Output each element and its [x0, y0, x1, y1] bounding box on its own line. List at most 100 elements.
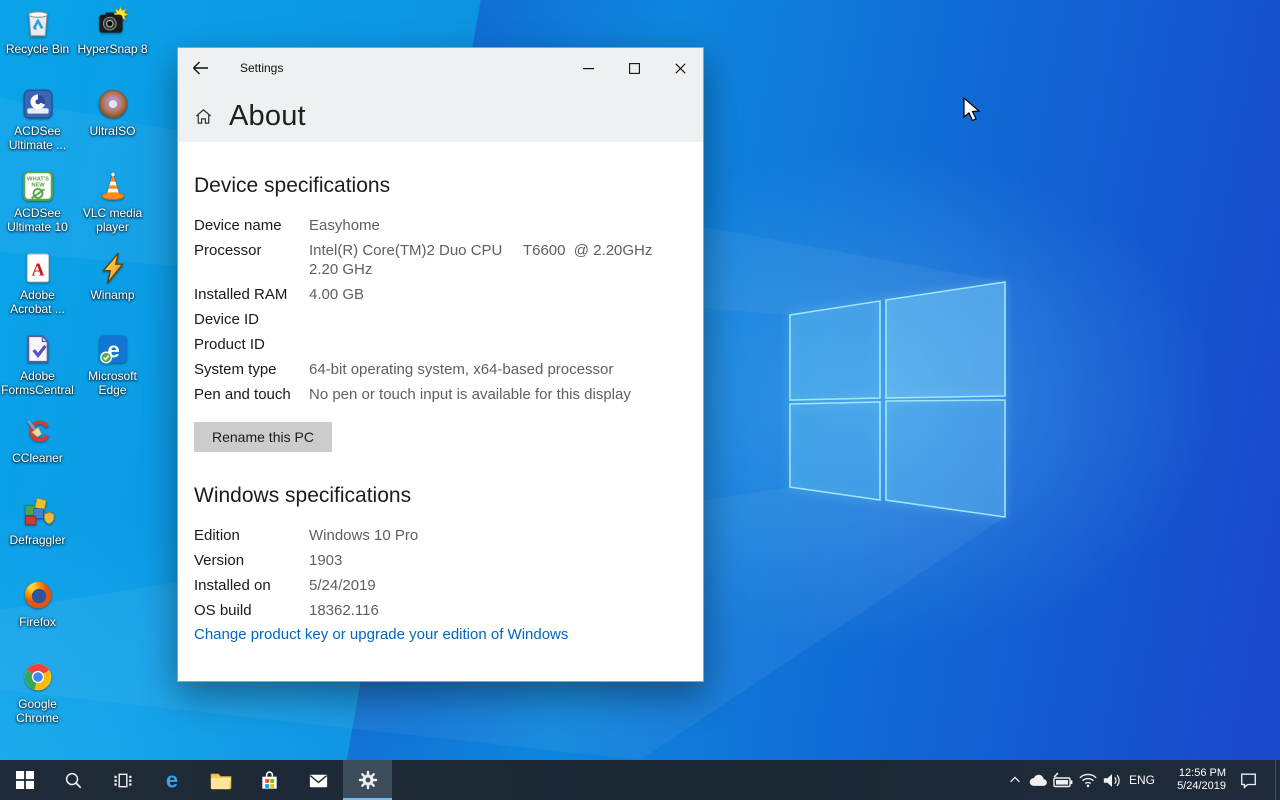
- acdsee-ultimate10-icon: WHAT'SNEW: [21, 169, 55, 203]
- desktop-icon-ultraiso[interactable]: UltraISO: [75, 87, 150, 138]
- desktop-icon-label: Defraggler: [9, 533, 65, 547]
- microsoft-store-button[interactable]: [245, 760, 294, 800]
- desktop-icon-winamp[interactable]: Winamp: [75, 251, 150, 302]
- desktop-icon-microsoft-edge[interactable]: e Microsoft Edge: [75, 332, 150, 397]
- desktop-icon-label: VLC media player: [75, 206, 150, 234]
- caption-buttons: [565, 48, 703, 88]
- hypersnap-icon: [96, 5, 130, 39]
- show-desktop-button[interactable]: [1275, 760, 1280, 800]
- task-view-icon: [113, 771, 133, 790]
- mail-icon: [307, 769, 330, 792]
- volume-tray-button[interactable]: [1100, 760, 1124, 800]
- spec-label: Device ID: [194, 310, 309, 329]
- spec-label: Product ID: [194, 335, 309, 354]
- battery-tray-button[interactable]: [1050, 760, 1076, 800]
- desktop-icon-adobe-acrobat[interactable]: A Adobe Acrobat ...: [0, 251, 75, 316]
- maximize-button[interactable]: [611, 48, 657, 88]
- microsoft-edge-icon: e: [96, 332, 130, 366]
- spec-row: OS build18362.116: [194, 601, 687, 620]
- desktop-icon-google-chrome[interactable]: Google Chrome: [0, 660, 75, 725]
- spec-label: Pen and touch: [194, 385, 309, 404]
- action-center-button[interactable]: [1230, 760, 1266, 800]
- spec-label: Processor: [194, 241, 309, 279]
- desktop-icon-adobe-formscentral[interactable]: Adobe FormsCentral: [0, 332, 75, 397]
- titlebar[interactable]: Settings: [178, 48, 703, 88]
- spec-row: System type64-bit operating system, x64-…: [194, 360, 687, 379]
- spec-row: Installed RAM4.00 GB: [194, 285, 687, 304]
- desktop-icon-label: ACDSee Ultimate 10: [0, 206, 75, 234]
- system-tray: ENG 12:56 PM 5/24/2019: [1004, 760, 1280, 800]
- wifi-tray-button[interactable]: [1076, 760, 1100, 800]
- spec-value: 5/24/2019: [309, 576, 376, 595]
- spec-label: Installed on: [194, 576, 309, 595]
- back-arrow-icon: [192, 61, 209, 75]
- device-spec-rows: Device nameEasyhome ProcessorIntel(R) Co…: [194, 216, 687, 404]
- spec-label: Edition: [194, 526, 309, 545]
- desktop-icon-label: Microsoft Edge: [75, 369, 150, 397]
- minimize-button[interactable]: [565, 48, 611, 88]
- home-icon[interactable]: [194, 107, 213, 126]
- edge-taskbar-button[interactable]: e: [147, 760, 196, 800]
- spec-value: 64-bit operating system, x64-based proce…: [309, 360, 613, 379]
- desktop-icon-hypersnap[interactable]: HyperSnap 8: [75, 5, 150, 56]
- acdsee-ultimate-icon: [21, 87, 55, 121]
- spec-value: Windows 10 Pro: [309, 526, 418, 545]
- desktop-icon-ccleaner[interactable]: C CCleaner: [0, 414, 75, 465]
- spec-value: Easyhome: [309, 216, 380, 235]
- onedrive-cloud-icon: [1028, 773, 1048, 787]
- spec-row: Device ID: [194, 310, 687, 329]
- start-button[interactable]: [0, 760, 49, 800]
- spec-value: 18362.116: [309, 601, 379, 620]
- file-explorer-button[interactable]: [196, 760, 245, 800]
- language-indicator[interactable]: ENG: [1124, 773, 1160, 787]
- desktop-icon-label: Winamp: [90, 288, 134, 302]
- battery-charging-icon: [1051, 769, 1075, 791]
- minimize-icon: [583, 63, 594, 74]
- winamp-icon: [96, 251, 130, 285]
- desktop-icon-defraggler[interactable]: Defraggler: [0, 496, 75, 547]
- desktop-icon-acdsee-ultimate-10[interactable]: WHAT'SNEW ACDSee Ultimate 10: [0, 169, 75, 234]
- spec-row: Device nameEasyhome: [194, 216, 687, 235]
- desktop-icon-firefox[interactable]: Firefox: [0, 578, 75, 629]
- search-button[interactable]: [49, 760, 98, 800]
- mail-button[interactable]: [294, 760, 343, 800]
- close-button[interactable]: [657, 48, 703, 88]
- spec-row: Pen and touchNo pen or touch input is av…: [194, 385, 687, 404]
- ultraiso-icon: [96, 87, 130, 121]
- about-header: About: [178, 100, 703, 133]
- desktop-icon-recycle-bin[interactable]: Recycle Bin: [0, 5, 75, 56]
- onedrive-tray-button[interactable]: [1026, 760, 1050, 800]
- desktop-icon-vlc[interactable]: VLC media player: [75, 169, 150, 234]
- device-specifications-heading: Device specifications: [194, 174, 687, 198]
- spec-value: No pen or touch input is available for t…: [309, 385, 631, 404]
- ccleaner-icon: C: [21, 414, 55, 448]
- svg-text:A: A: [31, 259, 44, 279]
- desktop-icon-label: HyperSnap 8: [77, 42, 147, 56]
- clock[interactable]: 12:56 PM 5/24/2019: [1160, 767, 1230, 793]
- store-icon: [258, 769, 281, 792]
- action-center-icon: [1239, 771, 1258, 789]
- close-icon: [675, 63, 686, 74]
- settings-window-header: Settings About: [178, 48, 703, 142]
- windows-specifications-heading: Windows specifications: [194, 484, 687, 508]
- settings-gear-icon: [357, 769, 379, 791]
- adobe-formscentral-icon: [21, 332, 55, 366]
- desktop-icon-acdsee-ultimate[interactable]: ACDSee Ultimate ...: [0, 87, 75, 152]
- spec-label: Installed RAM: [194, 285, 309, 304]
- desktop-icon-label: Adobe FormsCentral: [0, 369, 75, 397]
- speaker-icon: [1102, 772, 1122, 789]
- adobe-acrobat-icon: A: [21, 251, 55, 285]
- taskbar-buttons: e: [0, 760, 392, 800]
- back-button[interactable]: [178, 48, 222, 88]
- edge-icon: e: [160, 768, 184, 792]
- change-product-key-link[interactable]: Change product key or upgrade your editi…: [194, 626, 687, 643]
- defraggler-icon: [21, 496, 55, 530]
- task-view-button[interactable]: [98, 760, 147, 800]
- settings-taskbar-button[interactable]: [343, 760, 392, 800]
- spec-label: Version: [194, 551, 309, 570]
- hidden-icons-button[interactable]: [1004, 760, 1026, 800]
- search-icon: [64, 771, 83, 790]
- file-explorer-icon: [209, 768, 233, 792]
- spec-value: 1903: [309, 551, 342, 570]
- rename-pc-button[interactable]: Rename this PC: [194, 422, 332, 452]
